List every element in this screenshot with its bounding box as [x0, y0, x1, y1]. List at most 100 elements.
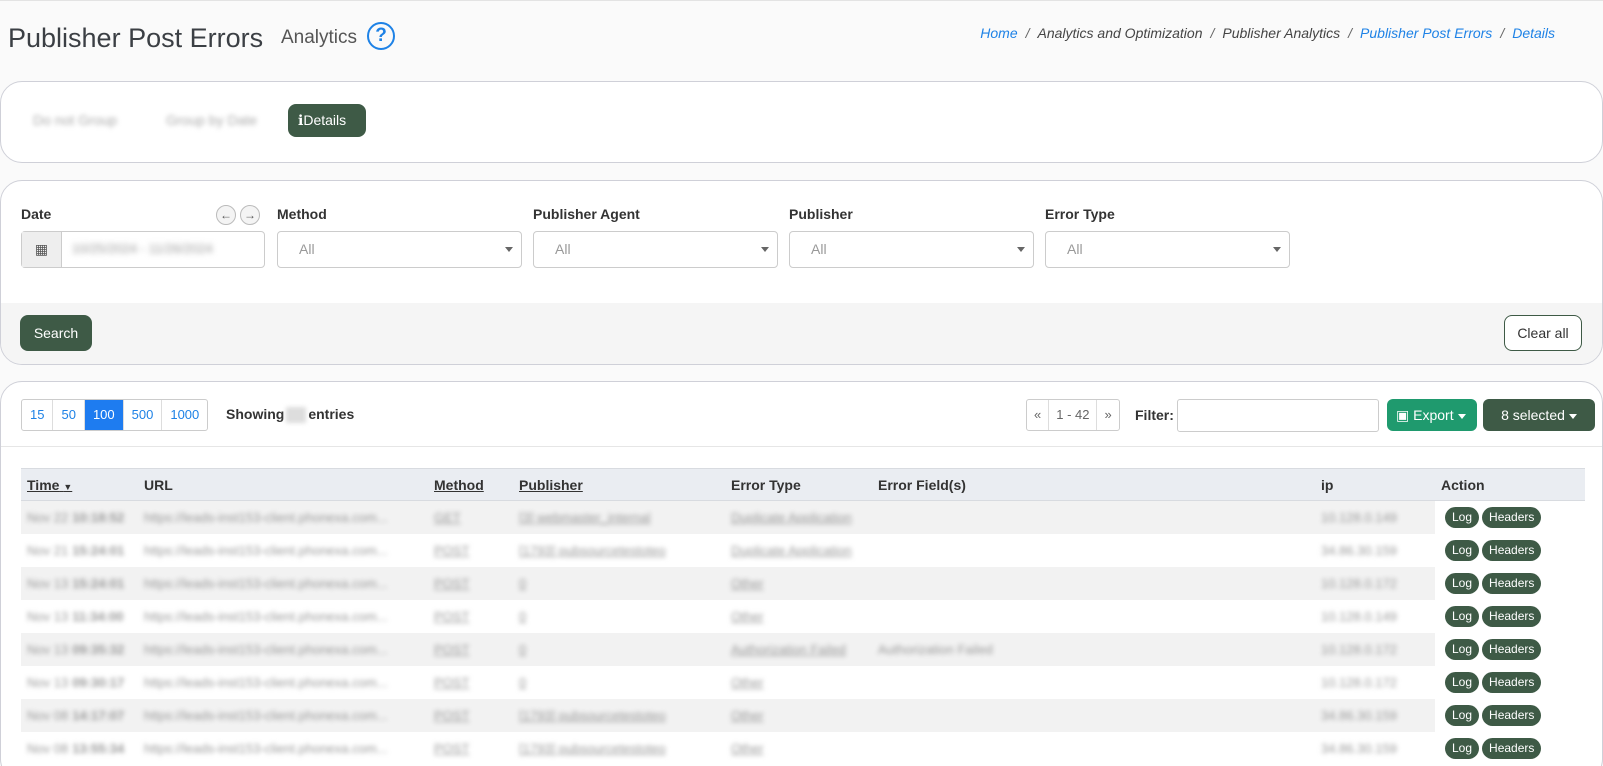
url-cell-value: https://leads-inst153-client.phonexa.com… — [144, 674, 388, 690]
log-button[interactable]: Log — [1445, 572, 1480, 594]
date-range-input[interactable]: ▦ 10/25/2024 - 11/26/2024 — [21, 231, 265, 268]
headers-button[interactable]: Headers — [1482, 737, 1542, 759]
method-select[interactable]: All — [277, 231, 522, 268]
url-cell-value: https://leads-inst153-client.phonexa.com… — [144, 575, 388, 591]
headers-button[interactable]: Headers — [1482, 506, 1542, 528]
time-cell: Nov 13 09:35:32 — [21, 633, 138, 666]
columns-selected-button[interactable]: 8 selected — [1483, 399, 1595, 431]
search-button[interactable]: Search — [20, 315, 92, 351]
time-cell-value: Nov 22 — [27, 509, 69, 525]
time-cell-value: Nov 13 — [27, 608, 69, 624]
action-cell: Log Headers — [1435, 698, 1585, 732]
column-header-time[interactable]: Time ▼ — [21, 468, 138, 501]
action-cell: Log Headers — [1435, 632, 1585, 666]
headers-button[interactable]: Headers — [1482, 638, 1542, 660]
method-cell-value: POST — [434, 608, 470, 624]
method-cell: GET — [428, 501, 513, 534]
clear-all-button[interactable]: Clear all — [1504, 315, 1582, 351]
help-icon[interactable]: ? — [367, 22, 395, 50]
column-header-action: Action — [1435, 468, 1585, 501]
method-cell-value: POST — [434, 542, 470, 558]
method-cell-value: POST — [434, 740, 470, 756]
page-size-50[interactable]: 50 — [53, 400, 85, 430]
headers-button[interactable]: Headers — [1482, 605, 1542, 627]
error-type-cell-value: Duplicate Application — [731, 542, 852, 558]
column-header-publisher[interactable]: Publisher — [513, 468, 725, 501]
log-button[interactable]: Log — [1445, 506, 1480, 528]
publisher-select[interactable]: All — [789, 231, 1034, 268]
filter-input[interactable] — [1177, 399, 1379, 432]
error-type-select[interactable]: All — [1045, 231, 1290, 268]
column-header-error-type: Error Type — [725, 468, 872, 501]
ip-cell: 10.128.0.149 — [1315, 501, 1435, 534]
table-row: Nov 13 11:34:00 https://leads-inst153-clie… — [21, 599, 1585, 633]
log-button[interactable]: Log — [1445, 638, 1480, 660]
page-size-500[interactable]: 500 — [124, 400, 163, 430]
table-row: Nov 08 13:55:34 https://leads-inst153-clie… — [21, 731, 1585, 765]
page-size-100[interactable]: 100 — [84, 400, 124, 430]
method-cell: POST — [428, 699, 513, 732]
view-mode-panel: Do not Group Group by Date ℹDetails — [0, 81, 1603, 163]
breadcrumb-details[interactable]: Details — [1512, 25, 1555, 41]
log-button[interactable]: Log — [1445, 704, 1480, 726]
export-button[interactable]: ▣ Export — [1387, 399, 1477, 431]
chevron-down-icon — [1568, 413, 1577, 419]
error-type-cell-value: Other — [731, 674, 764, 690]
error-type-select-value: All — [1067, 241, 1083, 257]
pager-previous[interactable]: « — [1027, 400, 1050, 430]
publisher-cell-value: [3] webmaster_internal — [519, 509, 651, 525]
time-cell: Nov 08 13:55:34 — [21, 732, 138, 765]
details-button[interactable]: ℹDetails — [288, 104, 366, 137]
ip-cell-value: 10.128.0.149 — [1321, 608, 1397, 624]
next-period-icon[interactable]: → — [240, 205, 260, 225]
group-by-date-button[interactable]: Group by Date — [156, 104, 267, 137]
publisher-cell-value: 0 — [519, 641, 527, 657]
log-button[interactable]: Log — [1445, 737, 1480, 759]
time-cell-value: 14:17:07 — [72, 707, 125, 723]
page-size-1000[interactable]: 1000 — [162, 400, 207, 430]
log-button[interactable]: Log — [1445, 605, 1480, 627]
column-header-error-fields: Error Field(s) — [872, 468, 1315, 501]
publisher-agent-select[interactable]: All — [533, 231, 778, 268]
do-not-group-button[interactable]: Do not Group — [23, 104, 127, 137]
breadcrumb-publisher-post-errors[interactable]: Publisher Post Errors — [1360, 25, 1492, 41]
headers-button[interactable]: Headers — [1482, 704, 1542, 726]
url-cell: https://leads-inst153-client.phonexa.com… — [138, 732, 428, 765]
publisher-cell-value: [1793] pubsourcetestoteo — [519, 707, 666, 723]
chevron-down-icon — [761, 247, 769, 252]
publisher-cell-value: [1793] pubsourcetestoteo — [519, 542, 666, 558]
method-cell-value: POST — [434, 674, 470, 690]
table-row: Nov 22 10:18:52 https://leads-inst153-clie… — [21, 500, 1585, 534]
previous-period-icon[interactable]: ← — [216, 205, 236, 225]
page-title: Publisher Post Errors — [8, 23, 264, 53]
time-cell-value: Nov 08 — [27, 707, 69, 723]
time-cell: Nov 13 15:24:01 — [21, 567, 138, 600]
breadcrumb-home[interactable]: Home — [980, 25, 1017, 41]
details-button-label: Details — [303, 112, 347, 128]
table-row: Nov 13 15:24:01 https://leads-inst153-clie… — [21, 566, 1585, 600]
log-button[interactable]: Log — [1445, 539, 1480, 561]
time-cell: Nov 21 15:24:01 — [21, 534, 138, 567]
error-type-cell: Duplicate Application — [725, 534, 872, 567]
error-fields-cell — [872, 699, 1315, 732]
headers-button[interactable]: Headers — [1482, 572, 1542, 594]
action-cell: Log Headers — [1435, 533, 1585, 567]
column-header-method[interactable]: Method — [428, 468, 513, 501]
page-size-15[interactable]: 15 — [22, 400, 54, 430]
headers-button[interactable]: Headers — [1482, 539, 1542, 561]
method-cell: POST — [428, 732, 513, 765]
url-cell: https://leads-inst153-client.phonexa.com… — [138, 666, 428, 699]
url-cell-value: https://leads-inst153-client.phonexa.com… — [144, 542, 388, 558]
pager-next[interactable]: » — [1097, 400, 1118, 430]
ip-cell-value: 10.128.0.172 — [1321, 575, 1397, 591]
publisher-cell-value: 0 — [519, 674, 527, 690]
time-cell-value: 10:18:52 — [72, 509, 125, 525]
error-type-cell-value: Other — [731, 608, 764, 624]
method-label: Method — [277, 206, 327, 222]
headers-button[interactable]: Headers — [1482, 671, 1542, 693]
showing-entries: Showing entries — [226, 406, 354, 424]
action-cell: Log Headers — [1435, 731, 1585, 765]
ip-cell-value: 10.128.0.172 — [1321, 641, 1397, 657]
excel-icon: ▣ — [1396, 407, 1410, 423]
log-button[interactable]: Log — [1445, 671, 1480, 693]
